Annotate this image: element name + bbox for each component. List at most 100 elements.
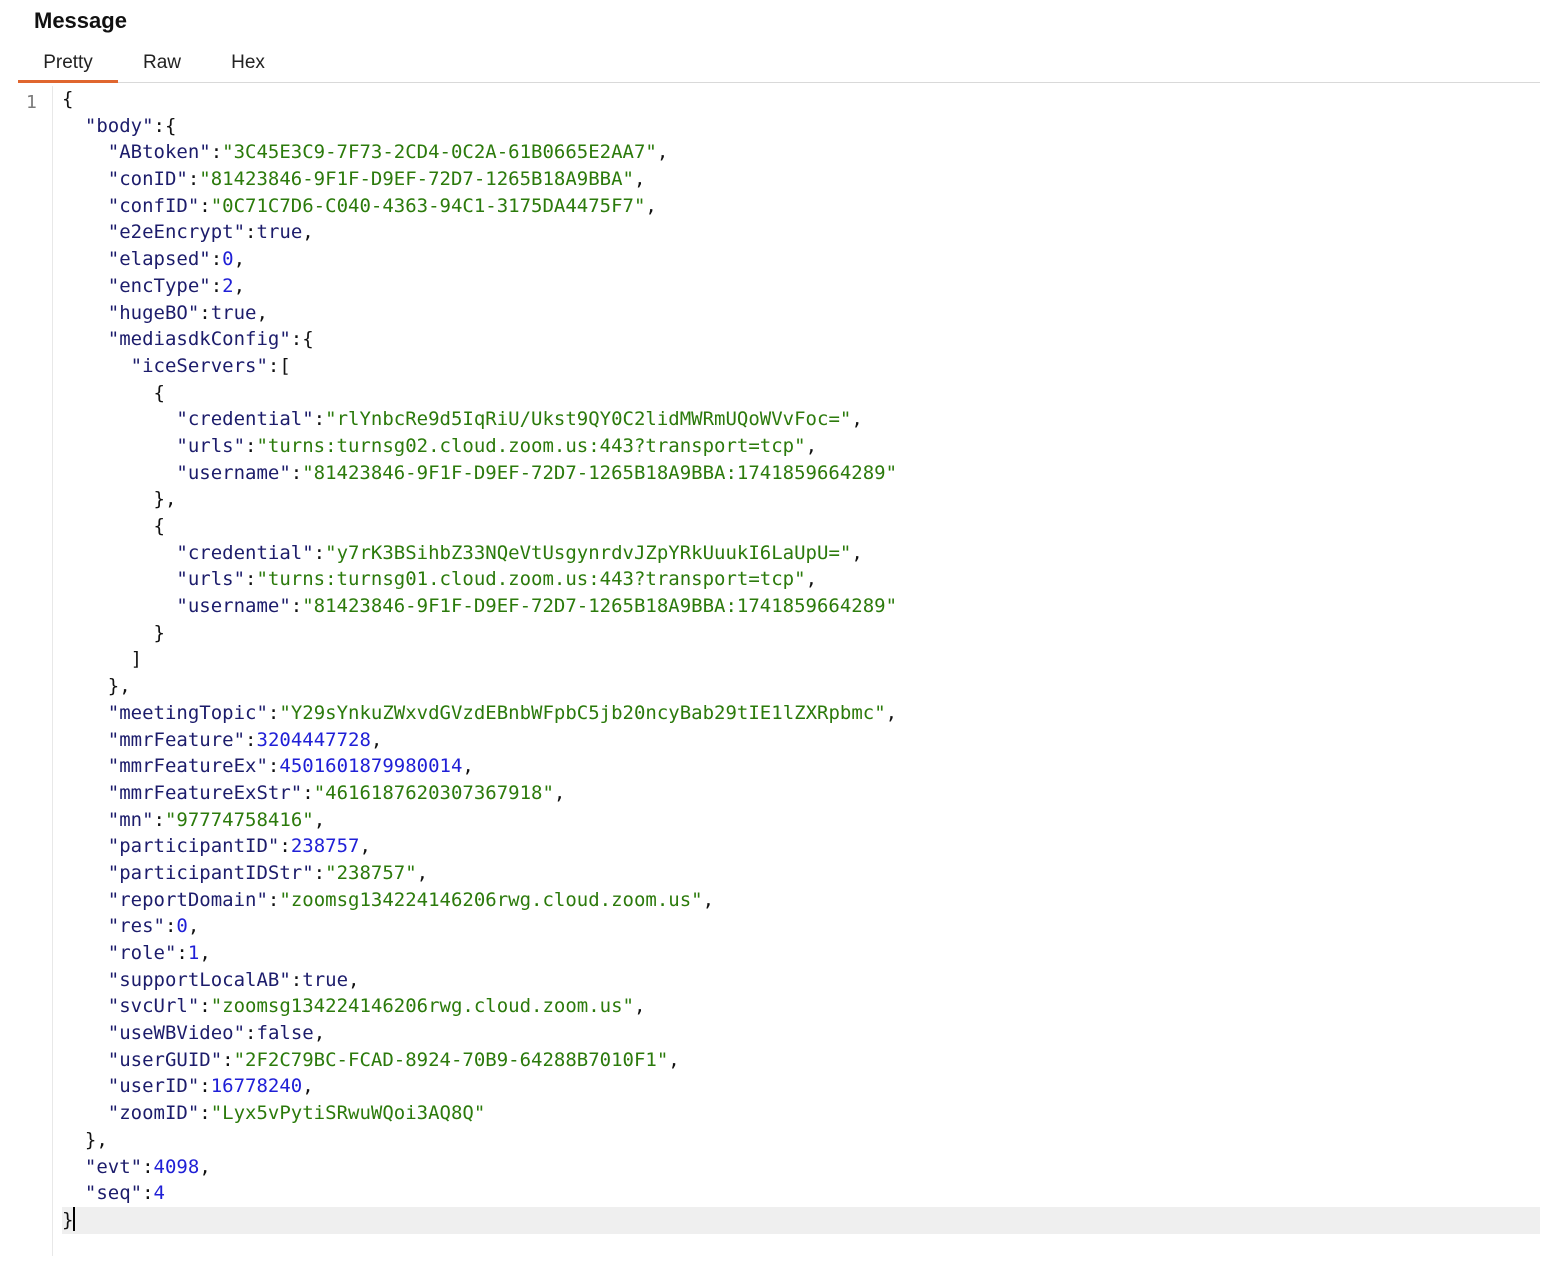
json-punctuation: : (199, 1102, 211, 1125)
json-key: "body" (84, 114, 154, 137)
json-punctuation: :{ (290, 328, 314, 351)
json-punctuation: : (199, 194, 211, 217)
code-line: "meetingTopic":"Y29sYnkuZWxvdGVzdEBnbWFp… (62, 700, 1540, 727)
json-string-value: "turns:turnsg01.cloud.zoom.us:443?transp… (256, 568, 806, 591)
view-tabs: Pretty Raw Hex (18, 48, 1540, 83)
code-line: "userGUID":"2F2C79BC-FCAD-8924-70B9-6428… (62, 1047, 1540, 1074)
json-punctuation (62, 302, 108, 324)
json-punctuation: }, (62, 675, 131, 698)
code-line: { (62, 86, 1540, 113)
json-punctuation: , (233, 274, 246, 297)
json-punctuation: , (668, 1048, 680, 1071)
json-key: "conID" (107, 168, 188, 191)
code-line: "svcUrl":"zoomsg134224146206rwg.cloud.zo… (62, 993, 1540, 1020)
json-punctuation: , (187, 915, 200, 938)
json-punctuation (62, 1102, 108, 1124)
json-punctuation (62, 568, 176, 590)
json-string-value: "3C45E3C9-7F73-2CD4-0C2A-61B0665E2AA7" (222, 141, 657, 164)
json-punctuation: : (245, 1022, 257, 1045)
json-key: "e2eEncrypt" (107, 221, 246, 244)
json-punctuation (62, 835, 108, 857)
tab-raw[interactable]: Raw (130, 48, 194, 80)
json-string-value: "238757" (325, 861, 417, 884)
json-key: "reportDomain" (107, 888, 268, 911)
json-punctuation: : (176, 942, 188, 964)
line-gutter: 1 (18, 86, 53, 1256)
json-key: "participantID" (107, 835, 280, 858)
json-key: "hugeBO" (107, 301, 200, 324)
json-number-value: 3204447728 (256, 728, 371, 751)
json-number-value: 2 (222, 274, 234, 297)
json-string-value: "zoomsg134224146206rwg.cloud.zoom.us" (210, 995, 634, 1018)
json-punctuation: { (62, 88, 74, 110)
json-punctuation: : (142, 1182, 154, 1205)
json-punctuation: , (656, 141, 669, 164)
json-punctuation (62, 595, 176, 617)
json-key: "ABtoken" (107, 141, 211, 164)
json-punctuation: , (348, 968, 360, 991)
code-line: "mmrFeature":3204447728, (62, 727, 1540, 754)
json-boolean-value: true (302, 968, 349, 991)
json-punctuation: , (851, 541, 863, 564)
tab-pretty[interactable]: Pretty (18, 48, 118, 83)
tab-hex[interactable]: Hex (216, 48, 280, 80)
json-key: "evt" (84, 1155, 143, 1178)
json-punctuation: : (210, 248, 223, 271)
json-punctuation: : (187, 168, 200, 191)
json-punctuation: , (633, 168, 646, 191)
json-punctuation: : (267, 701, 280, 724)
json-punctuation: :[ (267, 354, 291, 377)
code-line: "userID":16778240, (62, 1073, 1540, 1100)
json-punctuation: : (245, 568, 257, 591)
json-punctuation: : (245, 221, 257, 244)
json-key: "res" (107, 915, 165, 938)
json-string-value: "zoomsg134224146206rwg.cloud.zoom.us" (279, 888, 703, 911)
code-line: "urls":"turns:turnsg01.cloud.zoom.us:443… (62, 566, 1540, 593)
json-key: "mediasdkConfig" (107, 328, 291, 351)
json-punctuation: } (62, 1208, 74, 1231)
json-punctuation: : (279, 835, 291, 858)
json-punctuation: : (210, 141, 223, 164)
json-punctuation (62, 942, 108, 964)
code-line: "iceServers":[ (62, 353, 1540, 380)
code-line: "role":1, (62, 940, 1540, 967)
code-line: "participantID":238757, (62, 833, 1540, 860)
json-key: "iceServers" (130, 354, 268, 377)
code-line: "urls":"turns:turnsg02.cloud.zoom.us:443… (62, 433, 1540, 460)
json-punctuation: : (199, 301, 211, 324)
json-punctuation (62, 755, 108, 777)
json-punctuation (62, 221, 108, 243)
json-punctuation: : (142, 1155, 154, 1178)
json-punctuation: : (222, 1048, 234, 1071)
json-punctuation: , (233, 248, 246, 271)
json-key: "userGUID" (107, 1048, 223, 1071)
json-key: "urls" (176, 568, 246, 591)
json-string-value: "Lyx5vPytiSRwuWQoi3AQ8Q" (210, 1102, 486, 1125)
json-punctuation: , (359, 835, 371, 858)
json-punctuation: : (245, 434, 257, 457)
json-key: "mmrFeatureEx" (107, 755, 268, 778)
json-key: "userID" (107, 1075, 200, 1098)
json-key: "zoomID" (107, 1102, 200, 1125)
json-string-value: "97774758416" (164, 808, 314, 831)
json-key: "participantIDStr" (107, 861, 314, 884)
json-string-value: "y7rK3BSihbZ33NQeVtUsgynrdvJZpYRkUuukI6L… (325, 541, 852, 564)
json-code[interactable]: { "body":{ "ABtoken":"3C45E3C9-7F73-2CD4… (62, 86, 1540, 1234)
code-line: ] (62, 646, 1540, 673)
json-punctuation: , (885, 701, 898, 724)
code-line: }, (62, 1127, 1540, 1154)
json-punctuation: , (302, 1075, 314, 1098)
json-punctuation (62, 889, 108, 911)
code-line: { (62, 513, 1540, 540)
json-punctuation (62, 729, 108, 751)
json-punctuation: ] (62, 648, 143, 671)
json-punctuation (62, 328, 108, 350)
json-key: "username" (176, 461, 291, 484)
line-number: 1 (26, 92, 37, 113)
code-line: "zoomID":"Lyx5vPytiSRwuWQoi3AQ8Q" (62, 1100, 1540, 1127)
json-key: "role" (107, 942, 177, 964)
json-punctuation: , (313, 808, 326, 831)
json-punctuation (62, 915, 108, 937)
code-editor[interactable]: 1 { "body":{ "ABtoken":"3C45E3C9-7F73-2C… (18, 86, 1540, 1256)
json-punctuation: , (553, 781, 566, 804)
